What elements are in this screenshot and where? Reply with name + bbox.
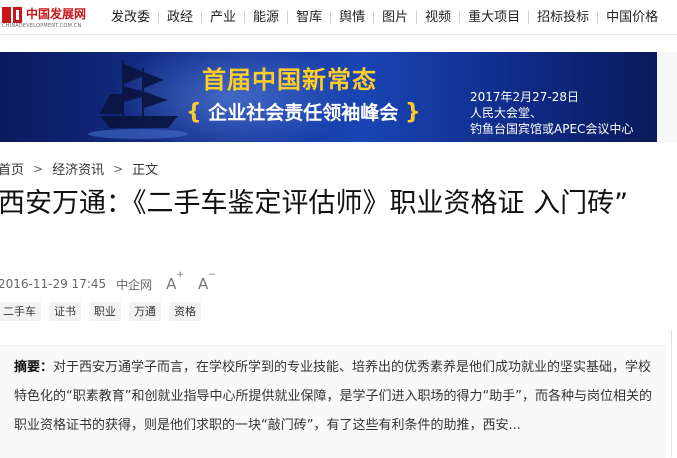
nav-item-tendering[interactable]: 招标投标 [528,10,597,24]
article-summary: 摘要：对于西安万通学子而言，在学校所学到的专业技能、培养出的优秀素养是他们成功就… [14,353,659,440]
right-sidebar-edge [667,330,677,457]
site-logo[interactable]: 中国发展网 CHINADEVELOPMENT.COM.CN [2,5,102,29]
breadcrumb-economy-news[interactable]: 经济资讯 [52,159,104,178]
banner-subheadline-wrap: { 企业社会责任领袖峰会 } [186,98,421,125]
nav-item-think-tank[interactable]: 智库 [287,10,330,24]
summary-text: 对于西安万通学子而言，在学校所学到的专业技能、培养出的优秀素养是他们成功就业的坚… [14,360,652,433]
tag-list: 二手车 证书 职业 万通 资格 [0,302,209,321]
nav-item-major-projects[interactable]: 重大项目 [459,10,528,24]
article-source: 中企网 [116,277,153,292]
tag-wantong[interactable]: 万通 [129,302,161,321]
summary-label: 摘要： [14,360,54,375]
banner-date: 2017年2月27-28日 [470,90,580,104]
banner-ad[interactable]: 首届中国新常态 { 企业社会责任领袖峰会 } 2017年2月27-28日 人民大… [0,52,657,142]
article-summary-box: 摘要：对于西安万通学子而言，在学校所学到的专业技能、培养出的优秀素养是他们成功就… [0,345,666,458]
side-ad-edge [657,52,677,142]
banner-venue-line1: 人民大会堂、 [470,106,543,120]
tag-qualification[interactable]: 资格 [169,302,201,321]
font-decrease-button[interactable]: A− [198,270,216,293]
nav-item-energy[interactable]: 能源 [244,10,287,24]
nav-menu: 发改委 政经 产业 能源 智库 舆情 图片 视频 重大项目 招标投标 中国价格 [103,0,666,34]
logo-domain: CHINADEVELOPMENT.COM.CN [2,23,82,29]
article-title: 西安万通：《二手车鉴定评估师》职业资格证 入门砖” [0,188,629,219]
nav-item-industry[interactable]: 产业 [201,10,244,24]
tag-vocation[interactable]: 职业 [89,302,121,321]
banner-headline: 首届中国新常态 [202,66,377,94]
nav-item-video[interactable]: 视频 [416,10,459,24]
tag-certificate[interactable]: 证书 [49,302,81,321]
chevron-right-icon: > [33,161,44,176]
logo-mark-icon [2,7,24,23]
banner-subheadline: 企业社会责任领袖峰会 [208,102,399,124]
nav-item-politics-economy[interactable]: 政经 [158,10,201,24]
top-nav-bar: 中国发展网 CHINADEVELOPMENT.COM.CN 发改委 政经 产业 … [0,0,677,35]
nav-item-public-opinion[interactable]: 舆情 [330,10,373,24]
font-increase-button[interactable]: A+ [166,270,184,293]
brace-left-icon: { [186,100,202,125]
banner-venue-line2: 钓鱼台国宾馆或APEC会议中心 [470,122,634,136]
publish-datetime: 2016-11-29 17:45 [0,277,107,291]
article-meta: 2016-11-29 17:45 中企网 A+ A− [0,270,216,294]
nav-item-ndrc[interactable]: 发改委 [103,11,158,24]
sailing-ship-icon [88,60,188,139]
breadcrumb: 首页 > 经济资讯 > 正文 [0,159,159,179]
chevron-right-icon: > [113,161,124,176]
breadcrumb-home[interactable]: 首页 [0,159,24,178]
tag-used-car[interactable]: 二手车 [0,302,41,321]
brace-right-icon: } [404,100,421,125]
breadcrumb-current: 正文 [132,163,159,178]
logo-name: 中国发展网 [26,7,87,21]
nav-item-pictures[interactable]: 图片 [373,10,416,24]
nav-item-china-price[interactable]: 中国价格 [597,10,666,24]
